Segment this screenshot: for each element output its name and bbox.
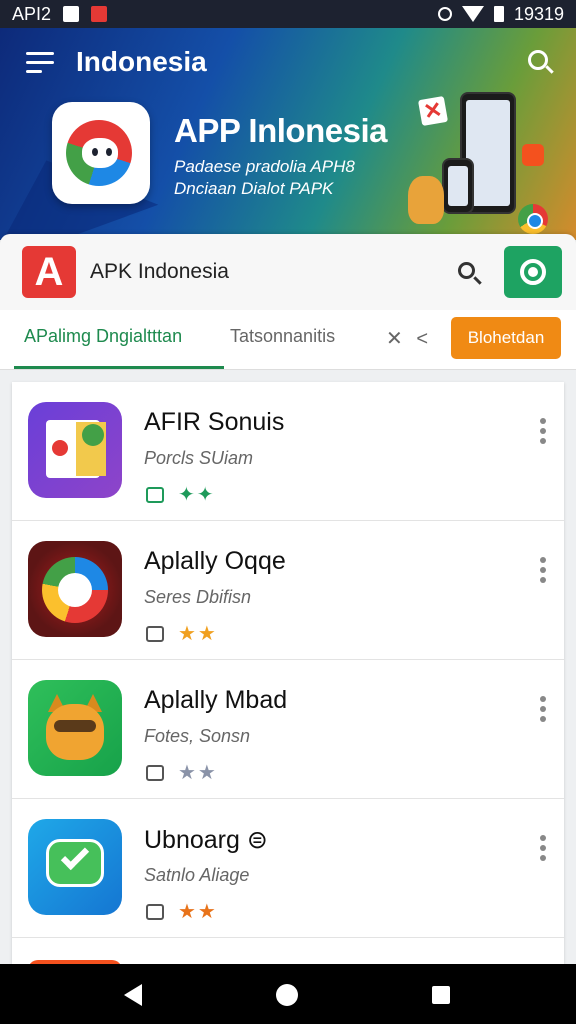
app-meta: ★★ (146, 621, 218, 646)
alarm-icon (437, 7, 452, 21)
search-icon[interactable] (458, 262, 484, 288)
more-options-icon[interactable] (540, 418, 546, 448)
edit-icon (146, 903, 164, 920)
featured-app-name: APP Inlonesia (174, 112, 387, 149)
system-nav-bar (0, 964, 576, 1024)
list-item[interactable]: AFIR Sonuis Porcls SUiam ✦✦ (12, 382, 564, 521)
app-meta: ★★ (146, 760, 218, 785)
mail-icon (146, 625, 164, 642)
tab-bar: APalimg Dngialtttan Tatsonnanitis ✕ < Bl… (0, 310, 576, 370)
battery-icon (493, 6, 504, 22)
app-rating: ★★ (178, 901, 218, 923)
mascot-illustration (408, 176, 444, 224)
cat-mascot-icon (28, 680, 122, 776)
app-rating: ★★ (178, 762, 218, 784)
promo-illustration: ✕ (398, 92, 566, 240)
app-meta: ✦✦ (146, 482, 216, 507)
status-bar: API2 19319 (0, 0, 576, 28)
back-icon[interactable] (124, 984, 142, 1006)
bag-icon (146, 486, 164, 503)
app-subtitle: Seres Dbifisn (144, 587, 252, 607)
active-tab-indicator (14, 366, 224, 369)
chat-check-icon (28, 819, 122, 915)
app-rating: ✦✦ (178, 484, 216, 506)
search-bar: A APK Indonesia (0, 234, 576, 310)
featured-subtitle-line1: Padaese pradolia APH8 (174, 157, 355, 176)
app-title: Ubnoarg ⊜ (144, 826, 268, 854)
puzzle-app-icon (28, 402, 122, 498)
list-item[interactable]: Aplally Oqqe Seres Dbifisn ★★ (12, 521, 564, 660)
close-badge-icon: ✕ (417, 95, 449, 127)
tab-popular[interactable]: APalimg Dngialtttan (24, 326, 182, 347)
app-meta: ★★ (146, 899, 218, 924)
apk-logo: A (22, 246, 76, 298)
tab-categories[interactable]: Tatsonnanitis (230, 326, 335, 347)
app-title: Aplally Oqqe (144, 547, 286, 575)
featured-subtitle-line2: Dnciaan Dialot PAPK (174, 179, 334, 198)
app-subtitle: Satnlo Aliage (144, 865, 250, 885)
tab-more[interactable]: ✕ < (386, 326, 432, 351)
list-item[interactable]: Ubnoarg ⊜ Satnlo Aliage ★★ (12, 799, 564, 938)
browser-icon (518, 204, 548, 234)
app-title: Aplally Mbad (144, 686, 288, 714)
app-notification-icon (91, 6, 108, 22)
mail-icon (146, 764, 164, 781)
app-title: AFIR Sonuis (144, 408, 285, 436)
app-rating: ★★ (178, 623, 218, 645)
status-time: 19319 (513, 3, 564, 24)
app-badge-icon (522, 144, 544, 166)
menu-icon[interactable] (26, 52, 54, 74)
app-subtitle: Fotes, Sonsn (144, 726, 251, 746)
notification-icon (63, 6, 80, 22)
app-logo (52, 102, 150, 204)
featured-app-subtitle: Padaese pradolia APH8 Dnciaan Dialot PAP… (174, 156, 394, 200)
home-icon[interactable] (276, 984, 298, 1006)
tab-action-button[interactable]: Blohetdan (451, 317, 561, 359)
more-options-icon[interactable] (540, 557, 546, 587)
more-options-icon[interactable] (540, 696, 546, 726)
search-icon[interactable] (526, 48, 556, 78)
recents-icon[interactable] (432, 986, 450, 1004)
phone-illustration-small (442, 158, 474, 214)
browser-ring-icon (28, 541, 122, 637)
camera-search-button[interactable] (504, 246, 562, 298)
status-carrier-text: API2 (12, 3, 52, 24)
wifi-icon (461, 6, 484, 22)
app-subtitle: Porcls SUiam (144, 448, 254, 468)
page-title: Indonesia (76, 46, 207, 77)
more-options-icon[interactable] (540, 835, 546, 865)
list-item[interactable]: Aplally Mbad Fotes, Sonsn ★★ (12, 660, 564, 799)
app-list: AFIR Sonuis Porcls SUiam ✦✦ Aplally Oqqe… (12, 382, 564, 964)
search-input[interactable]: APK Indonesia (90, 260, 229, 284)
header-banner: Indonesia APP Inlonesia Padaese pradolia… (0, 28, 576, 240)
